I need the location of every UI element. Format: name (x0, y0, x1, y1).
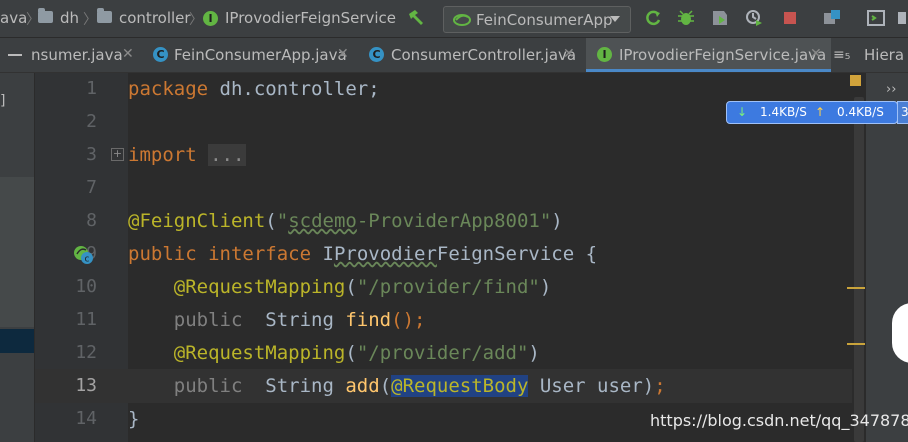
tab-fein-consumer-app[interactable]: C FeinConsumerApp.java ✕ (144, 38, 357, 72)
code-line-8[interactable]: @FeignClient("scdemo-ProviderApp8001") (128, 209, 563, 233)
line-number-current: 13 (75, 375, 97, 396)
download-speed: 1.4KB/S (760, 105, 807, 119)
tab-label: IProvodierFeignService.java (619, 46, 827, 64)
download-arrow-icon: ↓ (737, 105, 748, 119)
breadcrumb-project[interactable]: ava (0, 9, 27, 27)
breadcrumb-folder-controller[interactable]: controller (119, 9, 191, 27)
line-number: 10 (75, 276, 97, 297)
code-line-1[interactable]: package dh.controller; (128, 77, 380, 101)
line-number: 14 (75, 408, 97, 429)
expand-icon[interactable]: ›› (886, 82, 896, 97)
selected-annotation[interactable]: @RequestBody (391, 375, 529, 397)
breadcrumb-separator-icon: 〉 (83, 12, 97, 28)
coverage-icon[interactable] (710, 8, 730, 28)
fold-expand-icon[interactable]: + (111, 148, 124, 161)
close-icon[interactable]: ✕ (810, 46, 822, 62)
line-number: 2 (86, 111, 97, 132)
svg-text:c: c (85, 255, 90, 265)
spring-bean-gutter-icon[interactable]: c (72, 243, 94, 265)
scrollbar-thumb[interactable] (854, 97, 864, 442)
line-number: 7 (86, 177, 97, 198)
code-line-3[interactable]: import ... (128, 143, 247, 167)
chevron-down-icon (610, 16, 620, 22)
selected-tree-row (0, 329, 34, 353)
line-number: 3 (86, 144, 97, 165)
terminal-icon[interactable] (866, 8, 886, 28)
build-hammer-icon[interactable] (406, 8, 426, 28)
breadcrumb-file[interactable]: IProvodierFeignService (225, 9, 396, 27)
breadcrumb-folder-dh[interactable]: dh (60, 9, 79, 27)
debug-bug-icon[interactable] (676, 8, 696, 28)
warning-stripe-marker[interactable] (847, 343, 865, 345)
tab-overflow-icon[interactable]: ≡₅ (833, 47, 850, 63)
close-icon[interactable]: ✕ (122, 46, 134, 62)
class-icon: C (369, 47, 384, 62)
watermark-text: https://blog.csdn.net/qq_34787830 (650, 411, 908, 430)
tab-consumer-java[interactable]: nsumer.java ✕ (0, 38, 144, 72)
right-side-panel: ›› (866, 73, 908, 442)
code-line-10[interactable]: @RequestMapping("/provider/find") (128, 275, 552, 299)
widget-extension: 3 (897, 101, 908, 124)
warning-stripe-marker[interactable] (847, 287, 865, 289)
minimize-icon[interactable] (8, 54, 22, 56)
network-speed-widget: ↓ 1.4KB/S ↑ 0.4KB/S 3 (726, 101, 908, 124)
line-number: 8 (86, 210, 97, 231)
folded-imports[interactable]: ... (208, 144, 247, 166)
upload-speed: 0.4KB/S (837, 105, 884, 119)
tab-label: FeinConsumerApp.java (174, 46, 347, 64)
rerun-icon[interactable] (643, 8, 663, 28)
panel-bracket-icon: ] (0, 93, 6, 109)
run-configuration-dropdown[interactable]: FeinConsumerApp (443, 6, 631, 33)
navigation-bar: ava 〉 dh 〉 controller 〉 I IProvodierFeig… (0, 0, 908, 38)
tab-label: ConsumerController.java (391, 46, 577, 64)
tab-label: nsumer.java (31, 46, 123, 64)
code-line-12[interactable]: @RequestMapping("/provider/add") (128, 341, 540, 365)
editor-tab-bar: nsumer.java ✕ C FeinConsumerApp.java ✕ C… (0, 38, 908, 73)
interface-icon: I (203, 11, 218, 26)
line-number: 11 (75, 309, 97, 330)
run-configuration-label: FeinConsumerApp (476, 11, 613, 29)
folder-icon (97, 8, 112, 23)
code-line-14[interactable]: } (128, 407, 139, 431)
hierarchy-panel-tab[interactable]: Hiera (864, 46, 904, 64)
warning-indicator-icon[interactable] (850, 75, 861, 86)
line-number: 1 (86, 78, 97, 99)
code-line-9[interactable]: public interface IProvodierFeignService … (128, 242, 597, 266)
stop-icon[interactable] (780, 8, 800, 28)
code-line-11[interactable]: public String find(); (128, 308, 426, 332)
editor-scrollbar[interactable] (852, 73, 866, 442)
breadcrumb-separator-icon: 〉 (189, 12, 203, 28)
spring-boot-icon (453, 14, 471, 26)
project-tree-region (0, 177, 34, 327)
line-number: 12 (75, 342, 97, 363)
toolbar-more-icon[interactable] (896, 8, 908, 28)
floating-circle (892, 303, 908, 363)
tab-iprovodier-feign-service[interactable]: I IProvodierFeignService.java ✕ (586, 38, 831, 72)
typo-squiggle: scdemo (288, 210, 357, 232)
tab-consumer-controller[interactable]: C ConsumerController.java ✕ (357, 38, 586, 72)
widget-extension-label: 3 (901, 105, 908, 119)
code-line-13[interactable]: public String add(@RequestBody User user… (128, 374, 666, 398)
project-structure-icon[interactable] (822, 8, 842, 28)
spring-class-icon: C (153, 47, 168, 62)
folder-icon (38, 8, 53, 23)
close-icon[interactable]: ✕ (563, 46, 575, 62)
profiler-icon[interactable] (744, 8, 764, 28)
interface-icon: I (597, 47, 612, 62)
project-panel-edge[interactable]: ] (0, 73, 34, 442)
upload-arrow-icon: ↑ (815, 105, 826, 119)
close-icon[interactable]: ✕ (337, 46, 349, 62)
typo-squiggle: Provodier (333, 243, 437, 265)
